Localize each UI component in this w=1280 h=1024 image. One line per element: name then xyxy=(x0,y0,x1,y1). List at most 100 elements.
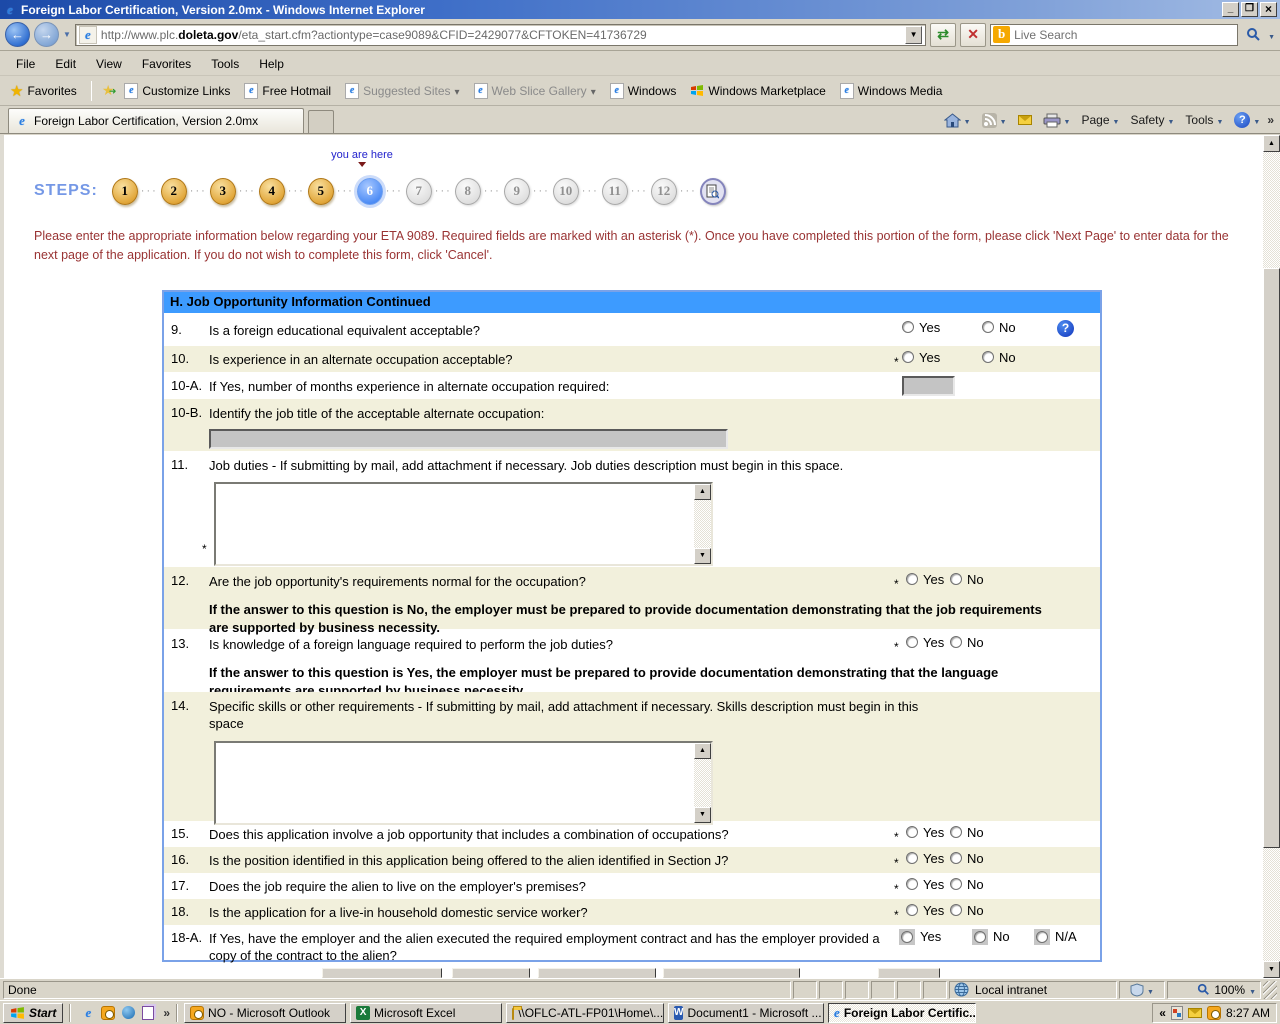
q17-yes-radio[interactable] xyxy=(906,878,918,890)
scroll-up-icon[interactable] xyxy=(694,484,711,500)
restore-button[interactable] xyxy=(1241,2,1258,17)
feeds-button[interactable] xyxy=(978,111,1011,130)
quick-launch-chevron[interactable] xyxy=(163,1006,170,1020)
fav-link-windows[interactable]: Windows xyxy=(606,83,681,99)
outlook-quicklaunch-icon[interactable] xyxy=(100,1005,116,1021)
home-button[interactable] xyxy=(940,111,975,130)
partial-button[interactable] xyxy=(878,968,940,978)
fav-link-free-hotmail[interactable]: Free Hotmail xyxy=(240,83,335,99)
scroll-down-icon[interactable] xyxy=(1263,961,1280,978)
q9-no-radio[interactable] xyxy=(982,321,994,333)
read-mail-button[interactable] xyxy=(1014,113,1036,127)
partial-button[interactable] xyxy=(538,968,656,978)
address-dropdown-button[interactable] xyxy=(905,26,922,44)
q13-no-radio[interactable] xyxy=(950,636,962,648)
scrollbar-thumb[interactable] xyxy=(1263,268,1280,848)
q18a-na-radio[interactable] xyxy=(1036,931,1048,943)
q14-skills-textarea[interactable] xyxy=(216,743,696,823)
search-button[interactable] xyxy=(1242,23,1264,47)
refresh-button[interactable] xyxy=(930,23,956,47)
task-ie-active[interactable]: Foreign Labor Certific... xyxy=(828,1003,976,1023)
q10b-job-title-input[interactable] xyxy=(209,429,728,449)
q13-yes-radio[interactable] xyxy=(906,636,918,648)
q18-no-radio[interactable] xyxy=(950,904,962,916)
fav-link-web-slice-gallery[interactable]: Web Slice Gallery xyxy=(470,83,600,99)
new-tab-button[interactable] xyxy=(308,110,334,133)
menu-help[interactable]: Help xyxy=(249,54,294,74)
start-button[interactable]: Start xyxy=(3,1003,63,1023)
scroll-up-icon[interactable] xyxy=(1263,135,1280,152)
q18a-no-radio[interactable] xyxy=(974,931,986,943)
q18-yes-radio[interactable] xyxy=(906,904,918,916)
step-2[interactable]: 2 xyxy=(161,178,187,205)
step-3[interactable]: 3 xyxy=(210,178,236,205)
q10-no-radio[interactable] xyxy=(982,351,994,363)
fav-link-windows-marketplace[interactable]: Windows Marketplace xyxy=(686,84,829,98)
print-button[interactable] xyxy=(1039,111,1075,130)
q18a-yes-radio[interactable] xyxy=(901,931,913,943)
step-1[interactable]: 1 xyxy=(112,178,138,205)
q9-help-icon[interactable] xyxy=(1057,320,1074,337)
partial-button[interactable] xyxy=(663,968,800,978)
scroll-down-icon[interactable] xyxy=(694,548,711,564)
recent-pages-dropdown-icon[interactable] xyxy=(63,30,71,39)
search-input[interactable] xyxy=(1014,28,1235,42)
tray-chevron[interactable] xyxy=(1159,1006,1166,1020)
back-button[interactable] xyxy=(5,22,30,47)
tab-foreign-labor-certification[interactable]: Foreign Labor Certification, Version 2.0… xyxy=(8,108,304,133)
resize-grip[interactable] xyxy=(1263,981,1277,999)
menu-favorites[interactable]: Favorites xyxy=(132,54,201,74)
vertical-scrollbar[interactable] xyxy=(1263,135,1280,978)
menu-edit[interactable]: Edit xyxy=(45,54,86,74)
search-options-dropdown-icon[interactable] xyxy=(1268,26,1275,44)
close-button[interactable] xyxy=(1260,2,1277,17)
menu-tools[interactable]: Tools xyxy=(201,54,249,74)
messenger-quicklaunch-icon[interactable] xyxy=(120,1005,136,1021)
safety-menu[interactable]: Safety xyxy=(1126,111,1178,129)
fav-link-customize-links[interactable]: Customize Links xyxy=(120,83,234,99)
q14-textarea-scrollbar[interactable] xyxy=(694,743,711,823)
tools-menu[interactable]: Tools xyxy=(1181,111,1227,129)
sync-tray-icon[interactable] xyxy=(1171,1006,1183,1020)
fav-link-windows-media[interactable]: Windows Media xyxy=(836,83,947,99)
q10a-months-input[interactable] xyxy=(902,376,955,396)
more-commands-chevron[interactable] xyxy=(1267,113,1274,127)
q9-yes-radio[interactable] xyxy=(902,321,914,333)
address-field[interactable]: http://www.plc.doleta.gov/eta_start.cfm?… xyxy=(75,24,926,46)
step-4[interactable]: 4 xyxy=(259,178,285,205)
help-button[interactable] xyxy=(1230,110,1264,130)
outlook-reminder-tray-icon[interactable] xyxy=(1207,1006,1221,1020)
step-5[interactable]: 5 xyxy=(308,178,334,205)
q12-no-radio[interactable] xyxy=(950,573,962,585)
fav-link-suggested-sites[interactable]: Suggested Sites xyxy=(341,83,463,99)
page-menu[interactable]: Page xyxy=(1077,111,1123,129)
scroll-up-icon[interactable] xyxy=(694,743,711,759)
partial-button[interactable] xyxy=(452,968,530,978)
q12-yes-radio[interactable] xyxy=(906,573,918,585)
partial-button[interactable] xyxy=(322,968,442,978)
forward-button[interactable] xyxy=(34,22,59,47)
ie-quicklaunch-icon[interactable] xyxy=(80,1005,96,1021)
search-box[interactable] xyxy=(990,24,1238,46)
step-6-current[interactable]: 6 xyxy=(357,178,383,205)
document-quicklaunch-icon[interactable] xyxy=(140,1005,156,1021)
favorites-button[interactable]: Favorites xyxy=(6,82,81,100)
task-excel[interactable]: Microsoft Excel xyxy=(350,1003,502,1023)
stop-button[interactable] xyxy=(960,23,986,47)
q16-yes-radio[interactable] xyxy=(906,852,918,864)
q16-no-radio[interactable] xyxy=(950,852,962,864)
task-word-document[interactable]: Document1 - Microsoft ... xyxy=(668,1003,824,1023)
q11-job-duties-textarea[interactable] xyxy=(216,484,696,564)
q17-no-radio[interactable] xyxy=(950,878,962,890)
minimize-button[interactable] xyxy=(1222,2,1239,17)
new-mail-tray-icon[interactable] xyxy=(1188,1008,1202,1018)
q10-yes-radio[interactable] xyxy=(902,351,914,363)
task-network-folder[interactable]: \\OFLC-ATL-FP01\Home\... xyxy=(506,1003,664,1023)
add-to-favorites-icon[interactable] xyxy=(102,82,115,99)
task-outlook[interactable]: NO - Microsoft Outlook xyxy=(184,1003,346,1023)
zoom-control[interactable]: 100% xyxy=(1167,981,1261,999)
menu-view[interactable]: View xyxy=(86,54,132,74)
q11-textarea-scrollbar[interactable] xyxy=(694,484,711,564)
q15-no-radio[interactable] xyxy=(950,826,962,838)
step-preview[interactable] xyxy=(700,178,726,205)
